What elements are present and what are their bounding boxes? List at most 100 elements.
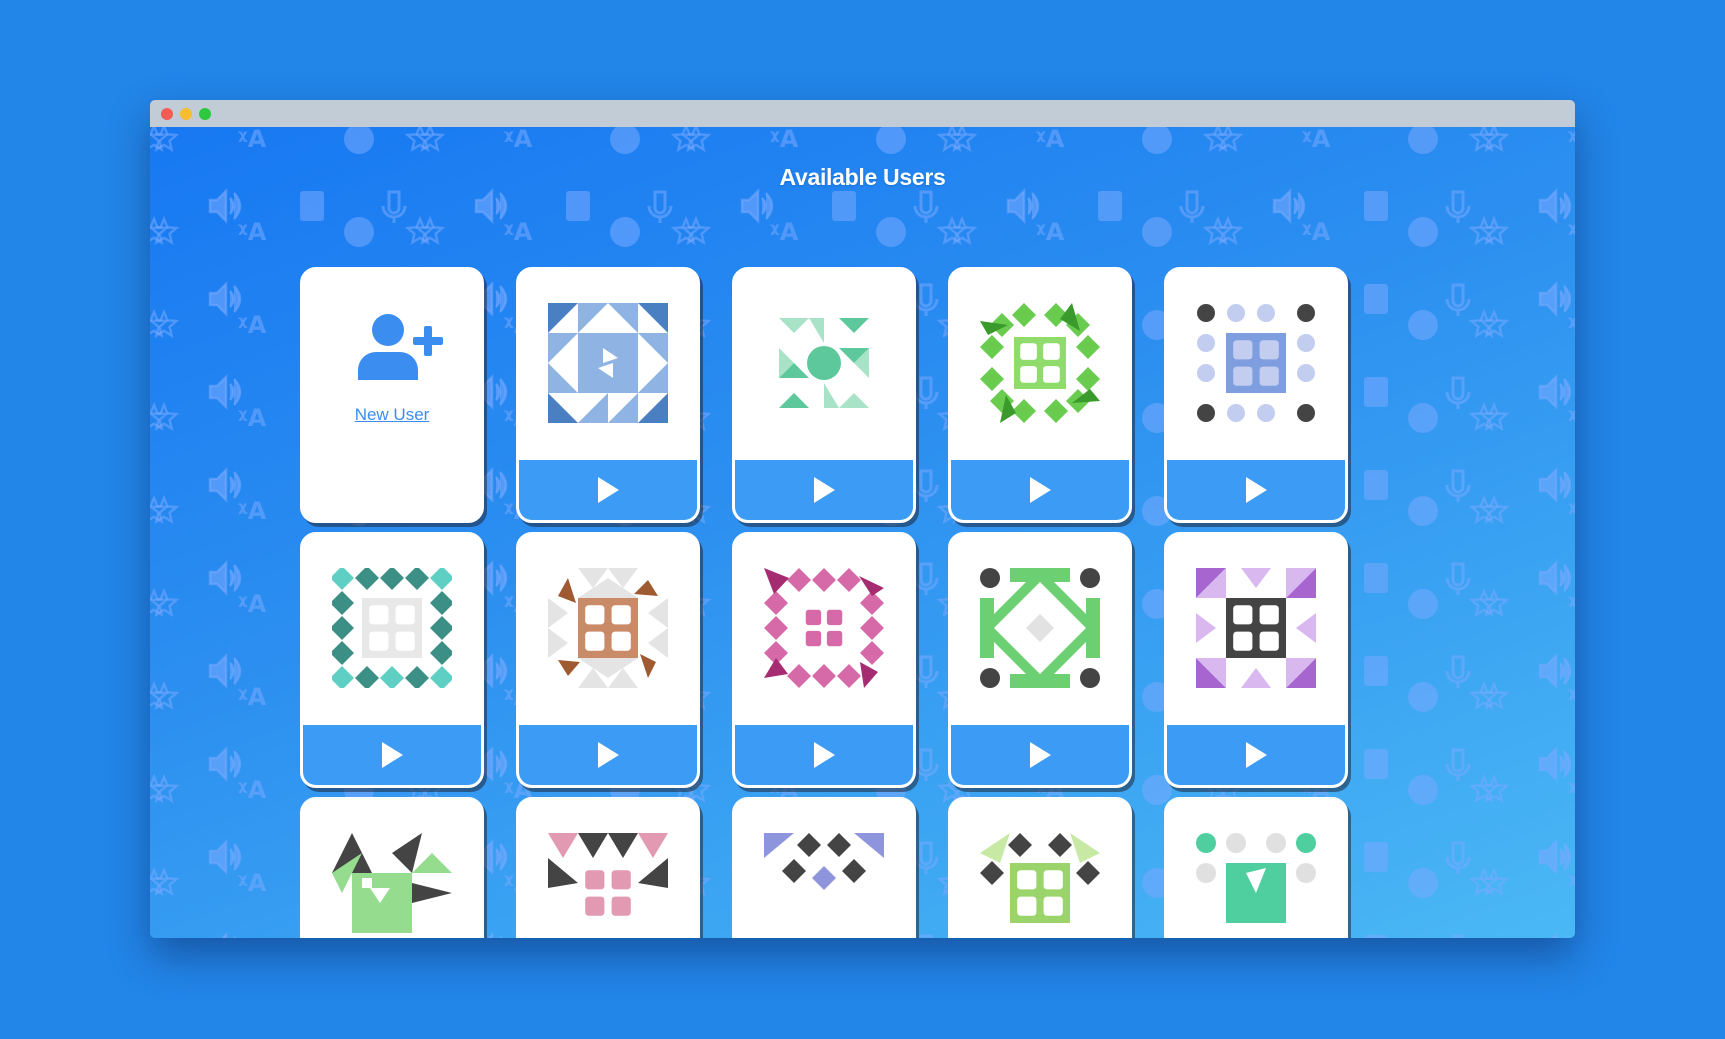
speaker-icon	[208, 745, 242, 783]
speaker-icon	[1538, 187, 1572, 225]
user-avatar	[332, 833, 452, 933]
speaker-icon	[208, 838, 242, 876]
user-card[interactable]	[948, 267, 1132, 523]
translate-icon: ᵡA	[238, 311, 267, 339]
user-avatar	[1197, 304, 1315, 422]
microphone-icon	[913, 562, 939, 595]
book-icon	[832, 191, 856, 221]
microphone-icon	[381, 190, 407, 223]
user-card[interactable]	[516, 797, 700, 938]
translate-icon: ᵡA	[1036, 218, 1065, 246]
user-card[interactable]	[300, 797, 484, 938]
microphone-icon	[913, 841, 939, 874]
play-icon	[814, 742, 835, 768]
book-icon	[1364, 935, 1388, 938]
user-avatar	[1196, 568, 1316, 688]
microphone-icon	[1179, 190, 1205, 223]
translate-icon: ᵡA	[1568, 497, 1575, 525]
close-window-button[interactable]	[161, 108, 173, 120]
microphone-icon	[1445, 190, 1471, 223]
microphone-icon	[1445, 841, 1471, 874]
user-card[interactable]	[1164, 797, 1348, 938]
speaker-icon	[1538, 745, 1572, 783]
globe-icon	[876, 217, 906, 247]
play-button[interactable]	[951, 460, 1129, 520]
user-card[interactable]	[516, 532, 700, 788]
globe-icon	[1408, 127, 1438, 154]
user-avatar	[980, 303, 1100, 423]
microphone-icon	[1445, 283, 1471, 316]
title-bar	[150, 100, 1575, 127]
book-icon	[1364, 191, 1388, 221]
book-icon	[1364, 470, 1388, 500]
translate-icon: ᵡA	[1302, 218, 1331, 246]
user-card[interactable]	[732, 532, 916, 788]
microphone-icon	[919, 934, 933, 938]
play-button[interactable]	[519, 725, 697, 785]
new-user-link[interactable]: New User	[303, 405, 481, 425]
user-card[interactable]	[732, 797, 916, 938]
translate-icon: ᵡA	[1568, 776, 1575, 804]
globe-icon	[876, 127, 906, 154]
user-card[interactable]	[516, 267, 700, 523]
play-button[interactable]	[1167, 460, 1345, 520]
speaker-icon	[208, 466, 242, 504]
translate-icon: ᵡA	[1036, 127, 1065, 153]
play-button[interactable]	[519, 460, 697, 520]
play-icon	[1030, 742, 1051, 768]
maximize-window-button[interactable]	[199, 108, 211, 120]
user-avatar	[779, 318, 869, 408]
microphone-icon	[1445, 748, 1471, 781]
user-card[interactable]	[300, 532, 484, 788]
user-card[interactable]	[732, 267, 916, 523]
microphone-icon	[913, 376, 939, 409]
play-button[interactable]	[735, 725, 913, 785]
globe-icon	[1142, 127, 1172, 154]
user-avatar	[548, 568, 668, 688]
translate-icon: ᵡA	[504, 127, 533, 153]
translate-icon: ᵡA	[1568, 683, 1575, 711]
play-button[interactable]	[303, 725, 481, 785]
translate-icon: ᵡA	[238, 590, 267, 618]
microphone-icon	[913, 283, 939, 316]
user-card[interactable]	[948, 532, 1132, 788]
microphone-icon	[1445, 376, 1471, 409]
play-button[interactable]	[951, 725, 1129, 785]
globe-icon	[1408, 310, 1438, 340]
speaker-icon	[1006, 187, 1040, 225]
speaker-icon	[208, 559, 242, 597]
user-avatar	[548, 303, 668, 423]
globe-icon	[344, 217, 374, 247]
play-icon	[1246, 742, 1267, 768]
user-card[interactable]	[1164, 267, 1348, 523]
speaker-icon	[221, 931, 237, 938]
translate-icon: ᵡA	[770, 218, 799, 246]
minimize-window-button[interactable]	[180, 108, 192, 120]
user-card[interactable]	[948, 797, 1132, 938]
book-icon	[1364, 284, 1388, 314]
book-icon	[1364, 842, 1388, 872]
globe-icon	[344, 127, 374, 154]
speaker-icon	[1538, 838, 1572, 876]
globe-icon	[1408, 589, 1438, 619]
user-avatar	[548, 833, 668, 923]
translate-icon: ᵡA	[238, 776, 267, 804]
new-user-card[interactable]: New User	[300, 267, 484, 523]
page-title: Available Users	[779, 164, 946, 190]
speaker-icon	[1538, 466, 1572, 504]
speaker-icon	[1272, 187, 1306, 225]
play-button[interactable]	[735, 460, 913, 520]
globe-icon	[1408, 496, 1438, 526]
globe-icon	[1408, 403, 1438, 433]
user-card[interactable]	[1164, 532, 1348, 788]
play-button[interactable]	[1167, 725, 1345, 785]
app-window: ᵡA ᵡA ᵡA ᵡA ᵡA ᵡA ᵡA ᵡA ᵡA ᵡA ᵡA ᵡA ᵡA ᵡA ᵡA ᵡA ᵡA ᵡA ᵡA ᵡA…	[150, 100, 1575, 938]
speaker-icon	[740, 187, 774, 225]
translate-icon: ᵡA	[1568, 590, 1575, 618]
translate-icon: ᵡA	[1568, 869, 1575, 897]
microphone-icon	[913, 655, 939, 688]
translate-icon: ᵡA	[1568, 311, 1575, 339]
book-icon	[1098, 191, 1122, 221]
microphone-icon	[1445, 469, 1471, 502]
speaker-icon	[1551, 931, 1567, 938]
